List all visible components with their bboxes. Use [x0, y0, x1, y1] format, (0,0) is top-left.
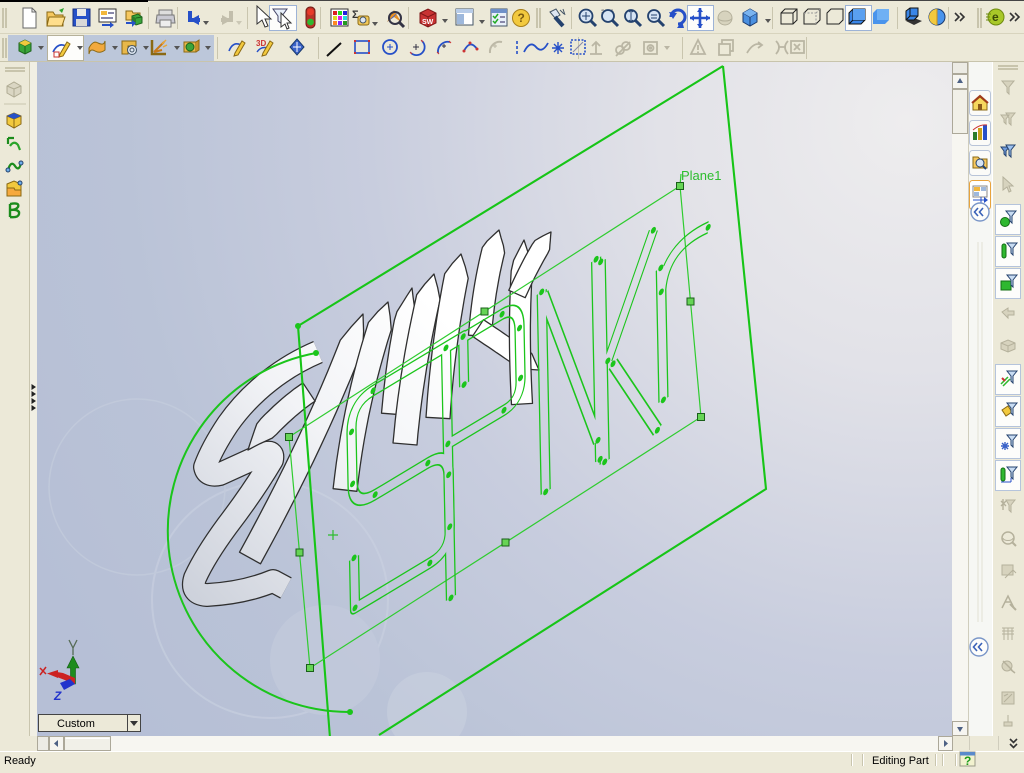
svg-text:?: ? [518, 11, 525, 25]
svg-text:e: e [992, 10, 999, 24]
svg-text:SW: SW [422, 19, 434, 26]
svg-text:Ready: Ready [4, 755, 36, 767]
svg-text:Plane1: Plane1 [681, 168, 721, 183]
svg-text:Z: Z [53, 689, 62, 703]
svg-text:Editing Part: Editing Part [872, 755, 929, 767]
svg-text:?: ? [964, 754, 971, 768]
svg-text:3D: 3D [256, 39, 266, 48]
svg-text:Custom: Custom [57, 718, 95, 730]
